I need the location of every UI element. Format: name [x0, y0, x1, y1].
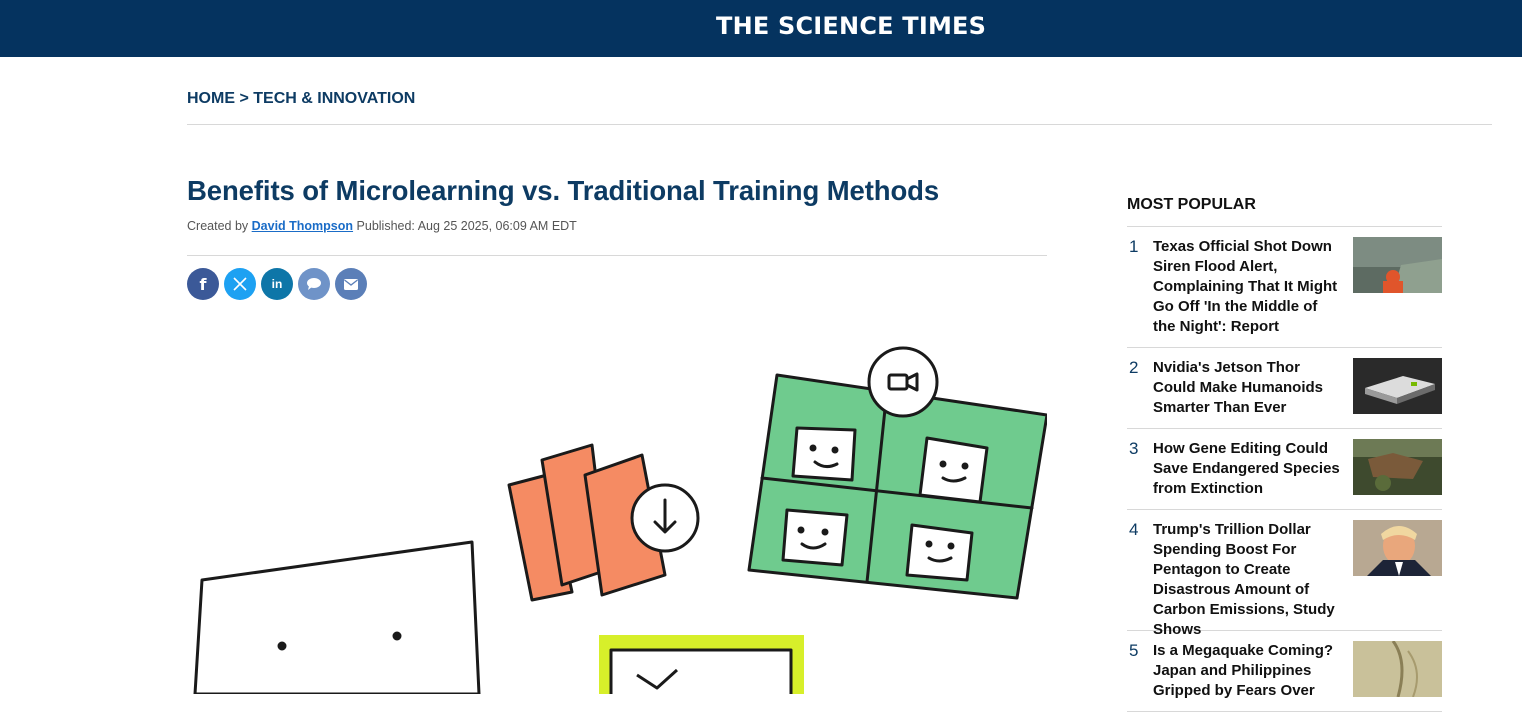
comment-share-button[interactable] [298, 268, 330, 300]
site-header: THE SCIENCE TIMES [0, 0, 1522, 57]
popular-headline[interactable]: Nvidia's Jetson Thor Could Make Humanoid… [1153, 358, 1343, 418]
breadcrumb-home[interactable]: HOME [187, 90, 235, 107]
most-popular-title: MOST POPULAR [1127, 190, 1442, 227]
popular-item[interactable]: 3 How Gene Editing Could Save Endangered… [1127, 429, 1442, 510]
published-date: Published: Aug 25 2025, 06:09 AM EDT [356, 219, 577, 233]
popular-headline[interactable]: How Gene Editing Could Save Endangered S… [1153, 439, 1343, 499]
article-byline: Created by David Thompson Published: Aug… [187, 219, 577, 233]
popular-headline[interactable]: Texas Official Shot Down Siren Flood Ale… [1153, 237, 1343, 337]
email-icon [344, 278, 358, 290]
popular-thumbnail[interactable] [1353, 358, 1442, 414]
facebook-share-button[interactable]: f [187, 268, 219, 300]
popular-thumbnail[interactable] [1353, 439, 1442, 495]
books-illustration [507, 443, 700, 602]
popular-rank: 3 [1129, 439, 1139, 458]
author-link[interactable]: David Thompson [252, 219, 353, 233]
popular-thumbnail[interactable] [1353, 641, 1442, 697]
comment-icon [307, 278, 321, 290]
video-call-grid-illustration [747, 346, 1047, 600]
popular-item[interactable]: 4 Trump's Trillion Dollar Spending Boost… [1127, 510, 1442, 638]
popular-headline[interactable]: Is a Megaquake Coming? Japan and Philipp… [1153, 641, 1343, 701]
hero-illustration [187, 330, 1047, 694]
article-title: Benefits of Microlearning vs. Traditiona… [187, 175, 940, 206]
popular-rank: 2 [1129, 358, 1139, 377]
x-share-button[interactable] [224, 268, 256, 300]
popular-thumbnail[interactable] [1353, 237, 1442, 293]
popular-rank: 4 [1129, 520, 1139, 539]
x-icon [233, 277, 247, 291]
created-by-label: Created by [187, 219, 249, 233]
breadcrumb-divider [187, 124, 1492, 125]
popular-headline[interactable]: Trump's Trillion Dollar Spending Boost F… [1153, 520, 1343, 640]
popular-rank: 1 [1129, 237, 1139, 256]
email-share-button[interactable] [335, 268, 367, 300]
byline-divider [187, 255, 1047, 256]
site-logo[interactable]: THE SCIENCE TIMES [716, 12, 986, 40]
linkedin-share-button[interactable]: in [261, 268, 293, 300]
most-popular-sidebar: MOST POPULAR 1 Texas Official Shot Down … [1127, 190, 1442, 712]
popular-item[interactable]: 2 Nvidia's Jetson Thor Could Make Humano… [1127, 348, 1442, 429]
breadcrumb-section[interactable]: TECH & INNOVATION [253, 90, 415, 107]
linkedin-icon: in [271, 277, 283, 291]
tablet-illustration [193, 540, 481, 694]
lime-window-illustration [599, 635, 804, 694]
popular-item[interactable]: 1 Texas Official Shot Down Siren Flood A… [1127, 227, 1442, 348]
popular-item[interactable]: 5 Is a Megaquake Coming? Japan and Phili… [1127, 631, 1442, 712]
breadcrumb: HOME > TECH & INNOVATION [187, 90, 415, 108]
popular-thumbnail[interactable] [1353, 520, 1442, 576]
breadcrumb-separator: > [239, 90, 249, 107]
popular-rank: 5 [1129, 641, 1139, 660]
facebook-icon: f [199, 274, 207, 294]
